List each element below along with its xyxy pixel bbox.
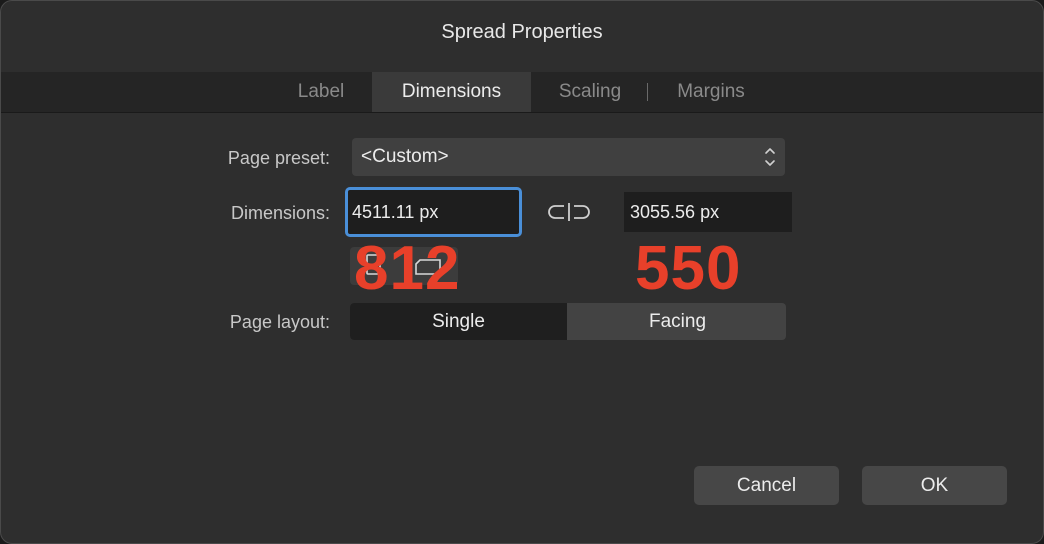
page-layout-segmented-control: Single Facing [350, 303, 786, 340]
tab-bar: Label Dimensions Scaling Margins [1, 72, 1043, 113]
chain-link-icon[interactable] [547, 200, 591, 224]
height-input[interactable]: 3055.56 px [624, 192, 792, 232]
page-preset-value: <Custom> [361, 146, 449, 167]
cancel-button[interactable]: Cancel [694, 466, 839, 505]
width-input[interactable]: 4511.11 px [345, 187, 522, 237]
tab-label[interactable]: Label [275, 72, 367, 112]
spread-properties-dialog: Spread Properties Label Dimensions Scali… [0, 0, 1044, 544]
page-preset-label: Page preset: [227, 148, 330, 168]
tab-margins[interactable]: Margins [657, 72, 765, 112]
up-down-chevron-icon [765, 148, 775, 166]
ok-button[interactable]: OK [862, 466, 1007, 505]
width-pixel-annotation: 812 [354, 234, 461, 303]
tab-separator [647, 83, 648, 101]
height-pixel-annotation: 550 [635, 234, 742, 303]
dialog-title: Spread Properties [441, 21, 603, 43]
dimensions-label: Dimensions: [230, 203, 330, 223]
page-layout-facing[interactable]: Facing [569, 303, 786, 340]
tab-dimensions[interactable]: Dimensions [372, 72, 531, 112]
tab-scaling[interactable]: Scaling [537, 72, 643, 112]
page-layout-single[interactable]: Single [350, 303, 567, 340]
page-layout-label: Page layout: [229, 312, 330, 332]
page-preset-select[interactable]: <Custom> [352, 138, 785, 176]
